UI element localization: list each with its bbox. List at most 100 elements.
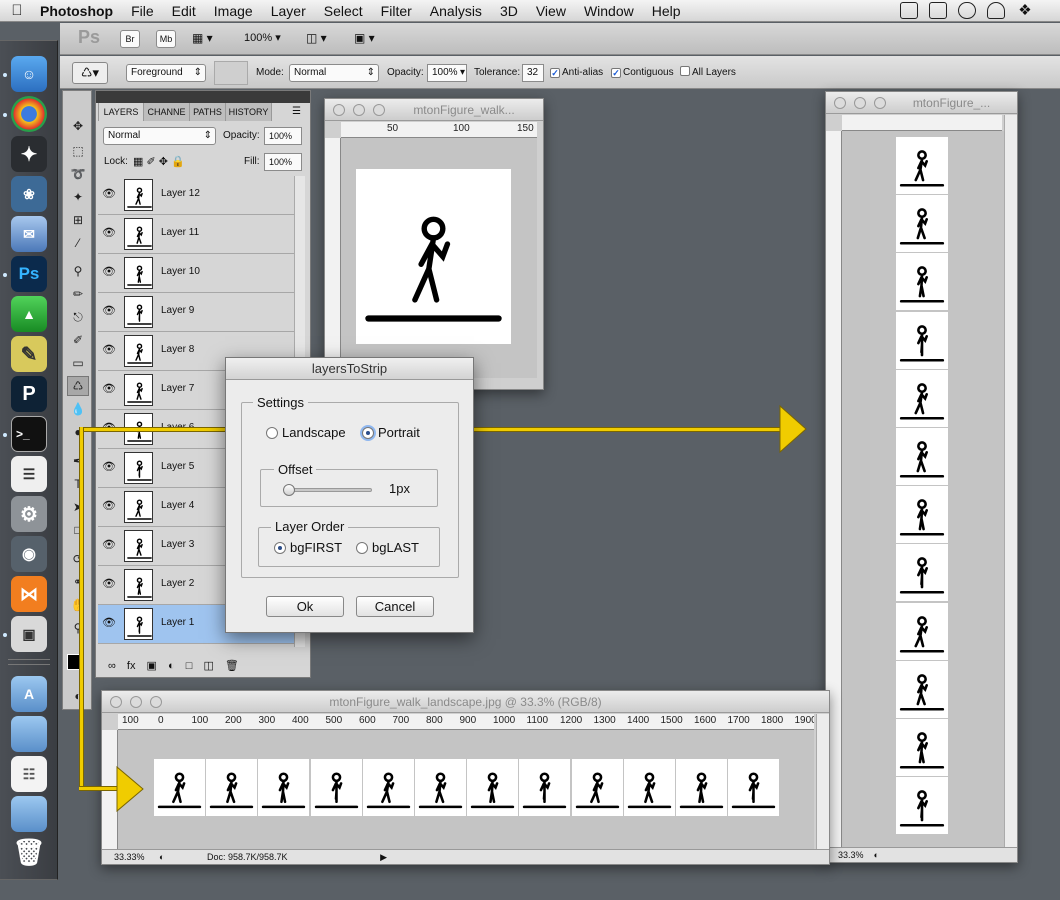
visibility-eye-icon[interactable]: 👁 (101, 615, 117, 631)
dodge-tool-icon[interactable]: ● (67, 422, 89, 442)
paint-bucket-tool-icon[interactable]: ♺ (67, 376, 89, 396)
xampp-icon[interactable]: ⋈ (11, 576, 47, 612)
visibility-eye-icon[interactable]: 👁 (101, 186, 117, 202)
anti-alias-checkbox[interactable]: ✓ Anti-alias (550, 64, 603, 82)
menu-select[interactable]: Select (315, 0, 372, 22)
pen-tool-icon[interactable]: ✒ (67, 451, 89, 471)
tab-history[interactable]: HISTORY (226, 103, 272, 121)
visibility-eye-icon[interactable]: 👁 (101, 576, 117, 592)
visibility-eye-icon[interactable]: 👁 (101, 381, 117, 397)
minimize-button[interactable] (854, 97, 866, 109)
portrait-radio[interactable]: Portrait (362, 425, 420, 440)
canvas-area[interactable] (842, 131, 1004, 847)
3d-rotate-tool-icon[interactable]: ⟳ (67, 549, 89, 569)
status-menu-icon[interactable]: ◐ (874, 850, 879, 860)
brush-tool-icon[interactable]: ✏ (67, 284, 89, 304)
shape-tool-icon[interactable]: □ (67, 520, 89, 540)
vertical-scrollbar[interactable] (1004, 115, 1017, 847)
inkscape-icon[interactable]: ❀ (11, 176, 47, 212)
marquee-tool-icon[interactable]: ⬚ (67, 141, 89, 161)
trash-icon[interactable]: 🗑 (11, 834, 47, 870)
documents-folder-icon[interactable] (11, 716, 47, 752)
clone-stamp-tool-icon[interactable]: ⎋ (67, 307, 89, 327)
headphones-status-icon[interactable] (987, 2, 1005, 19)
bglast-radio[interactable]: bgLAST (356, 540, 419, 555)
status-arrow-icon[interactable]: ▶ (380, 852, 387, 862)
mini-bridge-button[interactable]: Mb (156, 30, 176, 48)
terminal-icon[interactable]: >_ (11, 416, 47, 452)
bridge-button[interactable]: Br (120, 30, 140, 48)
mail-icon[interactable]: ✉ (11, 216, 47, 252)
cancel-button[interactable]: Cancel (356, 596, 434, 617)
pencil-app-icon[interactable]: ✎ (11, 336, 47, 372)
close-button[interactable] (333, 104, 345, 116)
app-menu[interactable]: Photoshop (34, 0, 122, 22)
healing-brush-tool-icon[interactable]: ⚲ (67, 261, 89, 281)
canvas-area[interactable] (118, 730, 814, 851)
contiguous-checkbox[interactable]: ✓ Contiguous (611, 64, 674, 82)
vertical-scrollbar[interactable] (816, 714, 829, 851)
menu-view[interactable]: View (527, 0, 575, 22)
delete-layer-icon[interactable]: 🗑 (225, 660, 239, 672)
lasso-tool-icon[interactable]: ➰ (67, 164, 89, 184)
opacity-input[interactable]: 100% ▾ (427, 64, 467, 82)
pattern-picker[interactable] (214, 61, 248, 85)
window-titlebar[interactable]: mtonFigure_walk_landscape.jpg @ 33.3% (R… (102, 691, 829, 713)
menu-analysis[interactable]: Analysis (421, 0, 491, 22)
menu-filter[interactable]: Filter (372, 0, 421, 22)
document-window-small[interactable]: mtonFigure_walk... 50 100 150 (324, 98, 544, 390)
visibility-eye-icon[interactable]: 👁 (101, 225, 117, 241)
menu-window[interactable]: Window (575, 0, 643, 22)
arrange-documents-icon[interactable]: ◫ ▾ (306, 31, 327, 45)
close-button[interactable] (834, 97, 846, 109)
downloads-folder-icon[interactable] (11, 796, 47, 832)
add-mask-icon[interactable]: ▣ (147, 660, 157, 672)
document-window-portrait[interactable]: mtonFigure_... 33.3% ◐ (825, 91, 1018, 863)
new-group-icon[interactable]: □ (186, 660, 193, 672)
layer-opacity-input[interactable]: 100% (264, 127, 302, 145)
lock-icons[interactable]: ▦ ✐ ✥ 🔒 (133, 153, 185, 171)
menu-edit[interactable]: Edit (163, 0, 205, 22)
menu-file[interactable]: File (122, 0, 163, 22)
paint-bucket-preset-icon[interactable]: ♺▾ (72, 62, 108, 84)
layer-row[interactable]: 👁 Layer 11 (98, 215, 294, 254)
zoom-tool-icon[interactable]: ⚲ (67, 618, 89, 638)
crop-tool-icon[interactable]: ⊞ (67, 210, 89, 230)
zoom-button[interactable] (373, 104, 385, 116)
menu-layer[interactable]: Layer (262, 0, 315, 22)
offset-slider-knob[interactable] (283, 484, 295, 496)
menu-3d[interactable]: 3D (491, 0, 527, 22)
photoshop-icon[interactable]: Ps (11, 256, 47, 292)
layer-fill-input[interactable]: 100% (264, 153, 302, 171)
move-tool-icon[interactable]: ✥ (67, 116, 89, 136)
menu-help[interactable]: Help (643, 0, 690, 22)
dropbox-status-icon[interactable]: ❖ (1016, 2, 1034, 19)
preview-icon[interactable]: ▣ (11, 616, 47, 652)
offset-slider[interactable] (283, 484, 372, 496)
system-preferences-icon[interactable]: ⚙ (11, 496, 47, 532)
layer-style-icon[interactable]: fx (127, 660, 136, 672)
status-menu-icon[interactable]: ◐ (159, 852, 164, 862)
visibility-eye-icon[interactable]: 👁 (101, 498, 117, 514)
document-window-landscape[interactable]: mtonFigure_walk_landscape.jpg @ 33.3% (R… (101, 690, 830, 865)
zoom-status[interactable]: 33.33% (114, 852, 145, 862)
layer-row[interactable]: 👁 Layer 9 (98, 293, 294, 332)
quick-mask-icon[interactable]: ◐ (67, 686, 89, 706)
facetime-icon[interactable]: ◉ (11, 536, 47, 572)
zoom-status[interactable]: 33.3% (838, 850, 864, 860)
new-layer-icon[interactable]: ◫ (203, 660, 213, 672)
ok-button[interactable]: Ok (266, 596, 344, 617)
document-stack-icon[interactable]: ☷ (11, 756, 47, 792)
visibility-eye-icon[interactable]: 👁 (101, 264, 117, 280)
visibility-eye-icon[interactable]: 👁 (101, 303, 117, 319)
tab-channels[interactable]: CHANNE (144, 103, 190, 121)
tolerance-input[interactable]: 32 (522, 64, 544, 82)
visibility-eye-icon[interactable]: 👁 (101, 342, 117, 358)
visibility-eye-icon[interactable]: 👁 (101, 459, 117, 475)
textedit-icon[interactable]: ☰ (11, 456, 47, 492)
timemachine-status-icon[interactable] (958, 2, 976, 19)
zoom-level-dropdown[interactable]: 100% ▾ (244, 31, 281, 44)
terminal-status-icon[interactable] (900, 2, 918, 19)
close-button[interactable] (110, 696, 122, 708)
eraser-tool-icon[interactable]: ▭ (67, 353, 89, 373)
